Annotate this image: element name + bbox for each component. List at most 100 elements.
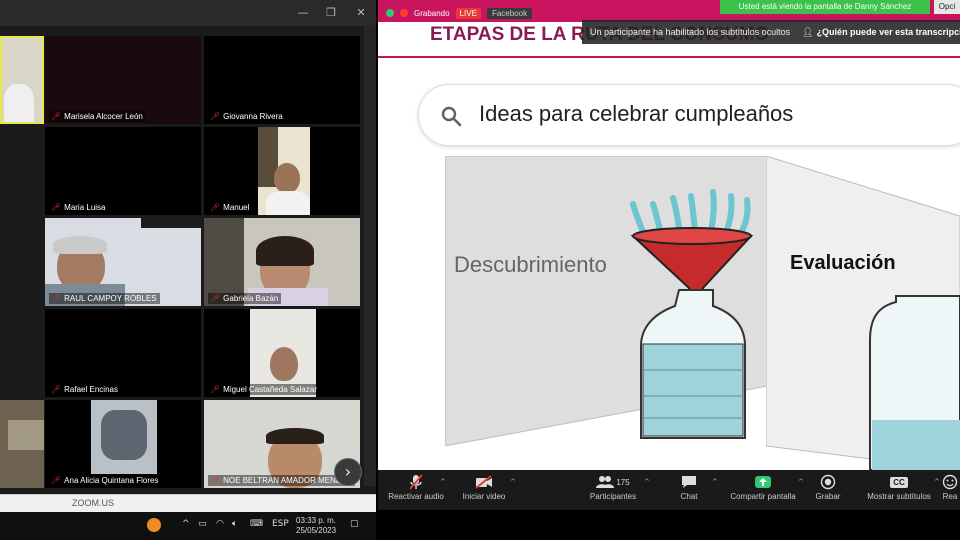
chevron-up-icon[interactable]: ^ [934, 478, 940, 486]
network-icon[interactable]: ▭ [198, 519, 207, 529]
toolbar-label: Compartir pantalla [730, 492, 796, 501]
volume-icon[interactable]: 🔈︎ [232, 519, 237, 529]
participant-name: Giovanna Rivera [223, 112, 283, 121]
record-dot-icon [400, 9, 408, 17]
reactions-icon [940, 472, 960, 492]
stage-label-evaluation: Evaluación [790, 252, 896, 274]
view-options-button[interactable]: Opci [934, 0, 960, 14]
mic-muted-icon: 🎤︎ [210, 112, 221, 121]
chevron-up-icon[interactable]: ^ [798, 478, 804, 486]
toolbar-label: Grabar [815, 492, 841, 501]
toolbar-label: Rea [942, 492, 958, 501]
share-screen-button[interactable]: Compartir pantalla ^ [726, 472, 804, 508]
mic-muted-icon: 🎤︎ [51, 476, 62, 485]
participant-name: Rafael Encinas [64, 385, 118, 394]
participant-tile[interactable]: 🎤︎ Gabriela Bazán [204, 218, 360, 306]
participant-name: Ana Alicia Quintana Flores [64, 476, 159, 485]
zoom-label: ZOOM.US [72, 498, 114, 508]
discovery-panel [445, 156, 767, 446]
toolbar-label: Mostrar subtítulos [867, 492, 931, 501]
toolbar-label: Iniciar video [462, 492, 506, 501]
mic-muted-icon: 🎤︎ [51, 203, 62, 212]
chevron-up-icon[interactable]: ^ [182, 519, 190, 529]
clock-date: 25/05/2023 [296, 526, 337, 535]
gallery-window: — ❐ ✕ 🎤︎ Marisela Alcocer León 🎤︎ Giovanna… [0, 0, 376, 512]
captions-button[interactable]: CC Mostrar subtítulos ^ [864, 472, 940, 508]
share-screen-icon [726, 472, 800, 492]
captions-notice-link[interactable]: ¿Quién puede ver esta transcripció [817, 27, 960, 37]
recording-label: Grabando [414, 8, 450, 18]
live-badge[interactable]: LIVE [455, 7, 481, 19]
unmute-button[interactable]: Reactivar audio ^ [386, 472, 446, 508]
gallery-scrollbar[interactable] [364, 26, 376, 486]
start-video-button[interactable]: Iniciar video ^ [454, 472, 516, 508]
restore-icon[interactable]: ❐ [322, 5, 340, 21]
participant-tile[interactable] [0, 36, 44, 124]
participant-tile[interactable]: 🎤︎ RAUL CAMPOY ROBLES [45, 218, 201, 306]
screen-bottom [378, 510, 960, 540]
participants-button[interactable]: 175 Participantes ^ [578, 472, 650, 508]
toolbar-label: Chat [680, 492, 698, 501]
search-query: Ideas para celebrar cumpleaños [479, 101, 794, 126]
zoom-taskbar-preview[interactable]: ZOOM.US [0, 494, 376, 512]
participant-tile[interactable]: 🎤︎ Rafael Encinas [45, 309, 201, 397]
chat-icon [662, 472, 716, 492]
chat-button[interactable]: Chat ^ [662, 472, 718, 508]
reactions-button[interactable]: Rea [940, 472, 960, 508]
participant-name: Gabriela Bazán [223, 294, 279, 303]
notifications-icon[interactable]: ▢ [350, 519, 359, 529]
mic-muted-icon: 🎤︎ [210, 385, 221, 394]
participant-tile[interactable]: 🎤︎ Manuel [204, 127, 360, 215]
stage-label-discovery: Descubrimiento [454, 252, 607, 277]
keyboard-icon[interactable]: ⌨︎ [250, 519, 263, 529]
captions-notice: Un participante ha habilitado los subtít… [582, 20, 960, 44]
minimize-icon[interactable]: — [294, 5, 312, 21]
captions-notice-text: Un participante ha habilitado los subtít… [590, 27, 791, 37]
windows-taskbar: ^ ▭ ◠ 🔈︎ ⌨︎ ESP 03:33 p. m. 25/05/2023 ▢ [0, 512, 376, 540]
shared-screen: ETAPAS DE LA RUTA DEL CONSUMO Grabando L… [378, 0, 960, 540]
record-icon [806, 472, 850, 492]
mic-muted-icon: 🎤︎ [51, 385, 62, 394]
mic-muted-icon: 🎤︎ [51, 294, 62, 303]
chevron-up-icon[interactable]: ^ [510, 478, 516, 486]
clock[interactable]: 03:33 p. m. 25/05/2023 [296, 516, 336, 536]
language-indicator[interactable]: ESP [272, 519, 289, 529]
slide: ETAPAS DE LA RUTA DEL CONSUMO Grabando L… [378, 0, 960, 470]
record-button[interactable]: Grabar [806, 472, 850, 508]
window-titlebar: — ❐ ✕ [0, 0, 376, 26]
clock-time: 03:33 p. m. [296, 516, 337, 525]
participant-count: 175 [616, 477, 630, 487]
app-icon[interactable] [147, 518, 161, 532]
participant-tile[interactable]: 🎤︎ Giovanna Rivera [204, 36, 360, 124]
participant-tile[interactable]: 🎤︎ Marisela Alcocer León [45, 36, 201, 124]
search-icon [441, 106, 462, 127]
chevron-up-icon[interactable]: ^ [440, 478, 446, 486]
wifi-icon[interactable]: ◠ [216, 519, 224, 529]
cc-icon: CC [864, 472, 934, 492]
next-page-button[interactable]: › [334, 458, 362, 486]
viewing-banner[interactable]: Usted está viendo la pantalla de Danny S… [720, 0, 930, 14]
close-icon[interactable]: ✕ [352, 5, 370, 21]
meeting-toolbar: Reactivar audio ^ Iniciar video ^ 175 Pa… [378, 470, 960, 510]
participant-name: Miguel Castañeda Salazar [223, 385, 317, 394]
participant-tile[interactable]: 🎤︎ Maria Luisa [45, 127, 201, 215]
participant-tile[interactable]: 🎤︎ Ana Alicia Quintana Flores [45, 400, 201, 488]
screen: — ❐ ✕ 🎤︎ Marisela Alcocer León 🎤︎ Giovanna… [0, 0, 960, 540]
search-bar: Ideas para celebrar cumpleaños [418, 84, 960, 146]
participant-tile[interactable]: 🎤︎ Miguel Castañeda Salazar [204, 309, 360, 397]
participant-name: RAUL CAMPOY ROBLES [64, 294, 157, 303]
chevron-right-icon: › [344, 462, 352, 481]
chevron-up-icon[interactable]: ^ [644, 478, 650, 486]
participant-tile[interactable] [0, 400, 44, 488]
mic-muted-icon: 🎤︎ [210, 203, 221, 212]
mic-muted-icon: 🎤︎ [210, 476, 221, 485]
microphone-muted-icon [386, 472, 446, 492]
recording-status: Grabando LIVE Facebook [386, 6, 533, 20]
chevron-up-icon[interactable]: ^ [712, 478, 718, 486]
shield-icon [386, 9, 394, 17]
toolbar-label: Reactivar audio [388, 492, 444, 501]
video-off-icon [454, 472, 514, 492]
toolbar-label: Participantes [589, 492, 637, 501]
evaluation-panel [766, 156, 960, 470]
facebook-badge[interactable]: Facebook [486, 7, 533, 19]
